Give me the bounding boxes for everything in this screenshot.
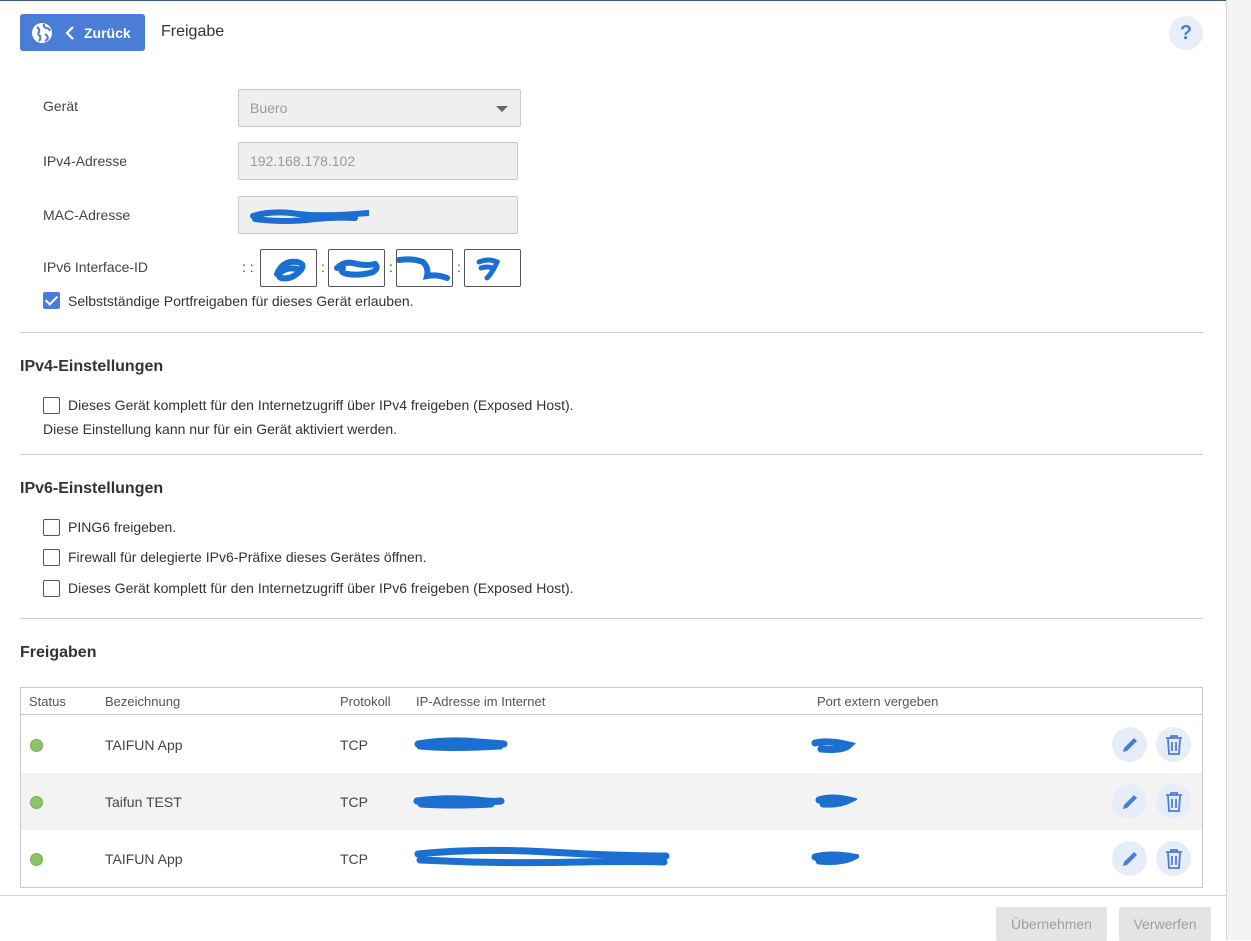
edit-button[interactable] (1112, 727, 1147, 762)
redaction-scribble (250, 209, 369, 224)
redaction-scribble (815, 794, 857, 808)
status-active-indicator (30, 796, 43, 809)
redaction-scribble (811, 738, 856, 753)
apply-button[interactable]: Übernehmen (996, 907, 1107, 941)
divider (20, 618, 1203, 619)
footer-divider (0, 895, 1226, 896)
delete-button[interactable] (1156, 727, 1191, 762)
redaction-scribble (274, 258, 306, 282)
divider (20, 454, 1203, 455)
row-name: Taifun TEST (105, 794, 182, 810)
help-button[interactable]: ? (1169, 16, 1203, 50)
redaction-scribble (397, 256, 450, 281)
ipv4-exposed-host-checkbox[interactable] (43, 397, 60, 414)
column-header-port: Port extern vergeben (817, 694, 939, 709)
ipv6-separator: : (389, 259, 393, 275)
ipv4-label: IPv4-Adresse (43, 153, 128, 169)
redaction-scribble (476, 257, 501, 281)
mac-label: MAC-Adresse (43, 207, 131, 223)
redaction-scribble (334, 259, 380, 278)
globe-icon (32, 22, 52, 43)
trash-icon (1165, 848, 1182, 869)
ping6-checkbox[interactable] (43, 519, 60, 536)
geraet-select[interactable]: Buero (238, 89, 521, 127)
chevron-down-icon (496, 106, 508, 112)
allow-portforward-checkbox[interactable] (43, 292, 60, 309)
table-row: TAIFUN App TCP (21, 716, 1202, 773)
ipv6-exposed-host-checkbox[interactable] (43, 580, 60, 597)
row-protocol: TCP (340, 737, 368, 753)
ipv6-id-part-4[interactable] (464, 249, 521, 287)
page: Zurück Freigabe ? Gerät Buero IPv4-Adres… (0, 0, 1226, 941)
freigaben-table: Status Bezeichnung Protokoll IP-Adresse … (20, 687, 1203, 888)
ipv6-label: IPv6 Interface-ID (43, 259, 149, 275)
edit-button[interactable] (1112, 784, 1147, 819)
ipv6-separator: : (321, 259, 325, 275)
allow-portforward-label: Selbstständige Portfreigaben für dieses … (68, 293, 414, 309)
redaction-scribble (414, 737, 508, 751)
geraet-label: Gerät (43, 98, 79, 114)
ipv6-section-title: IPv6-Einstellungen (20, 480, 164, 497)
delete-button[interactable] (1156, 784, 1191, 819)
mac-field (238, 196, 518, 234)
redaction-scribble (414, 846, 670, 867)
ipv4-exposed-host-label: Dieses Gerät komplett für den Internetzu… (68, 397, 574, 413)
firewall-label: Firewall für delegierte IPv6-Präfixe die… (68, 549, 427, 565)
column-header-bezeichnung: Bezeichnung (105, 694, 181, 709)
ping6-label: PING6 freigeben. (68, 519, 177, 535)
discard-button[interactable]: Verwerfen (1119, 907, 1211, 941)
page-title: Freigabe (161, 23, 225, 40)
window-edge (1226, 0, 1251, 940)
trash-icon (1165, 734, 1182, 755)
row-name: TAIFUN App (105, 851, 183, 867)
edit-button[interactable] (1112, 841, 1147, 876)
table-row: Taifun TEST TCP (21, 773, 1202, 830)
ipv6-prefix: : : (242, 259, 254, 275)
freigaben-title: Freigaben (20, 644, 97, 661)
column-header-status: Status (29, 694, 66, 709)
ipv4-field: 192.168.178.102 (238, 142, 518, 180)
pencil-icon (1122, 794, 1137, 809)
delete-button[interactable] (1156, 841, 1191, 876)
row-protocol: TCP (340, 794, 368, 810)
divider (20, 332, 1203, 333)
column-header-ip: IP-Adresse im Internet (416, 694, 546, 709)
status-active-indicator (30, 853, 43, 866)
row-protocol: TCP (340, 851, 368, 867)
ipv6-separator: : (457, 259, 461, 275)
row-name: TAIFUN App (105, 737, 183, 753)
table-header: Status Bezeichnung Protokoll IP-Adresse … (21, 688, 1202, 715)
back-button-label: Zurück (84, 24, 131, 41)
ipv6-id-part-3[interactable] (396, 249, 453, 287)
ipv4-note: Diese Einstellung kann nur für ein Gerät… (43, 421, 398, 437)
ipv4-section-title: IPv4-Einstellungen (20, 358, 164, 375)
ipv6-id-part-1[interactable] (260, 249, 317, 287)
pencil-icon (1122, 851, 1137, 866)
pencil-icon (1122, 737, 1137, 752)
geraet-select-value: Buero (250, 100, 288, 116)
firewall-checkbox[interactable] (43, 549, 60, 566)
redaction-scribble (811, 851, 859, 865)
table-row: TAIFUN App TCP (21, 830, 1202, 887)
column-header-protokoll: Protokoll (340, 694, 391, 709)
ipv6-exposed-host-label: Dieses Gerät komplett für den Internetzu… (68, 580, 574, 596)
chevron-left-icon (65, 25, 74, 40)
ipv4-value: 192.168.178.102 (250, 153, 356, 169)
ipv6-id-part-2[interactable] (328, 249, 385, 287)
status-active-indicator (30, 739, 43, 752)
back-button[interactable]: Zurück (20, 14, 145, 51)
trash-icon (1165, 791, 1182, 812)
redaction-scribble (413, 795, 505, 809)
